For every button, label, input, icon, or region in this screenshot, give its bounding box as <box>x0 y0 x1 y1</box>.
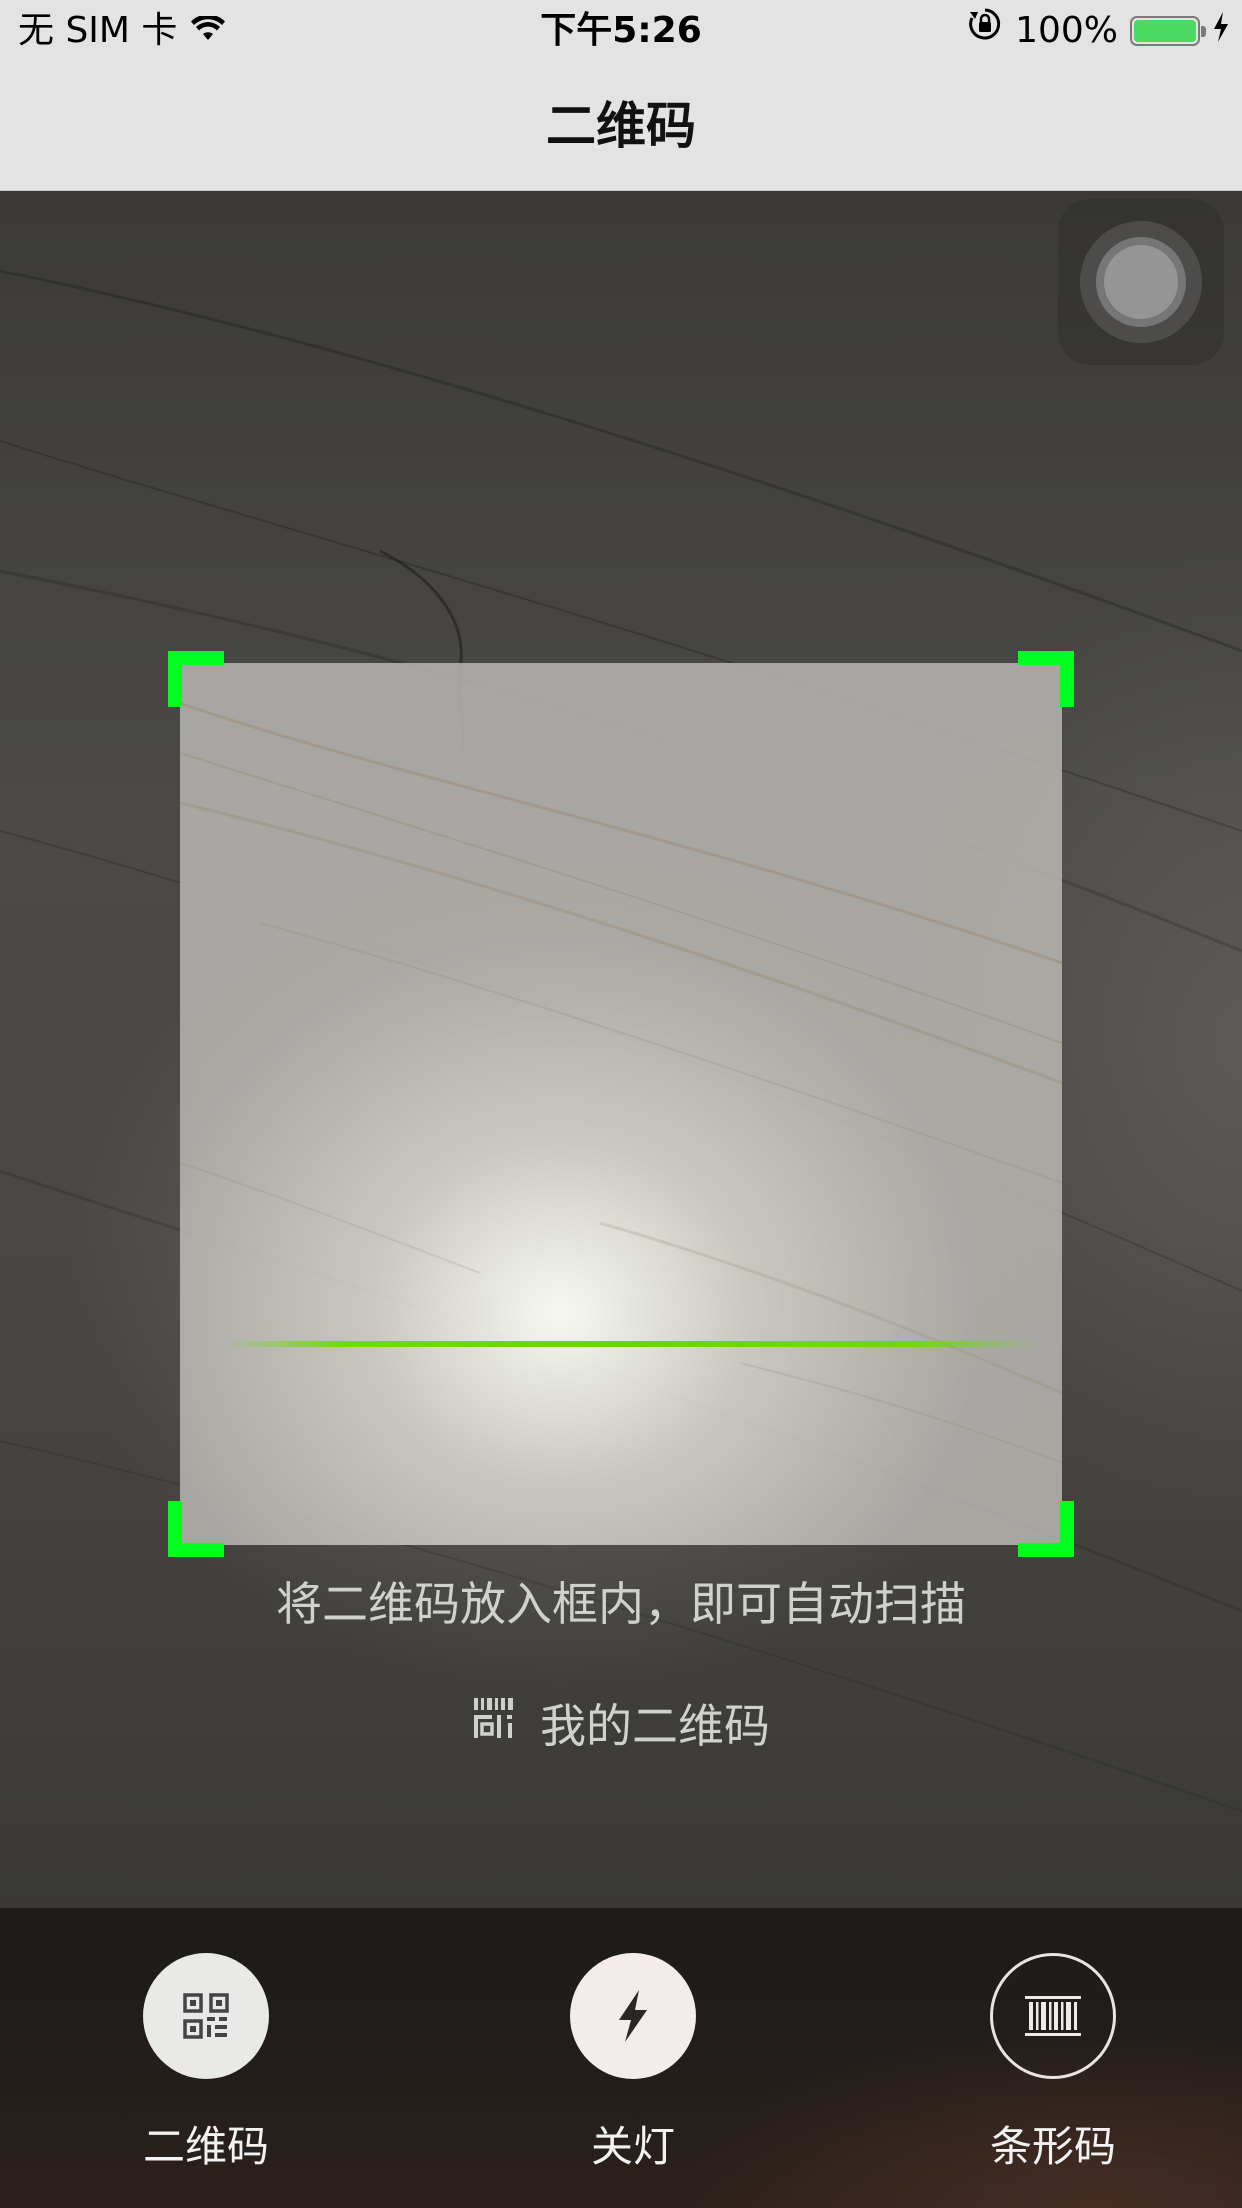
camera-preview: 将二维码放入框内，即可自动扫描 我的二维码 <box>0 191 1242 1908</box>
toolbar-barcode-button[interactable]: 条形码 <box>933 1953 1173 2183</box>
qr-code-icon <box>143 1953 269 2079</box>
my-qr-code-link[interactable]: 我的二维码 <box>0 1693 1242 1753</box>
charging-icon <box>1212 0 1230 62</box>
scan-frame-texture <box>180 701 1062 1464</box>
toolbar-qr-code-button[interactable]: 二维码 <box>86 1953 326 2183</box>
battery-fill <box>1134 20 1196 42</box>
scan-corner-bottom-left <box>168 1501 224 1557</box>
navigation-bar: 二维码 <box>0 62 1242 191</box>
orientation-lock-icon <box>967 0 1003 62</box>
page-title: 二维码 <box>546 97 696 155</box>
scan-corner-top-right <box>1018 651 1074 707</box>
scan-frame <box>180 663 1062 1545</box>
scan-hint: 将二维码放入框内，即可自动扫描 <box>276 1577 966 1631</box>
my-qr-code-label: 我的二维码 <box>540 1699 770 1753</box>
scan-corner-bottom-right <box>1018 1501 1074 1557</box>
bottom-toolbar: 二维码 关灯 条形码 <box>0 1908 1242 2208</box>
my-qr-code-icon <box>472 1696 516 1751</box>
toolbar-flashlight-button[interactable]: 关灯 <box>513 1953 753 2183</box>
toolbar-flashlight-label: 关灯 <box>590 2122 675 2171</box>
assistive-touch-button[interactable] <box>1058 199 1224 365</box>
scan-line <box>225 1341 1035 1347</box>
flash-icon <box>570 1953 696 2079</box>
battery-percent: 100% <box>1015 10 1118 51</box>
barcode-icon <box>990 1953 1116 2079</box>
scan-corner-top-left <box>168 651 224 707</box>
status-right: 100% <box>967 0 1230 62</box>
toolbar-barcode-label: 条形码 <box>989 2122 1116 2171</box>
battery-icon <box>1130 16 1206 46</box>
status-bar: 无 SIM 卡 下午5:26 100% <box>0 0 1242 62</box>
toolbar-qr-code-label: 二维码 <box>142 2122 269 2171</box>
